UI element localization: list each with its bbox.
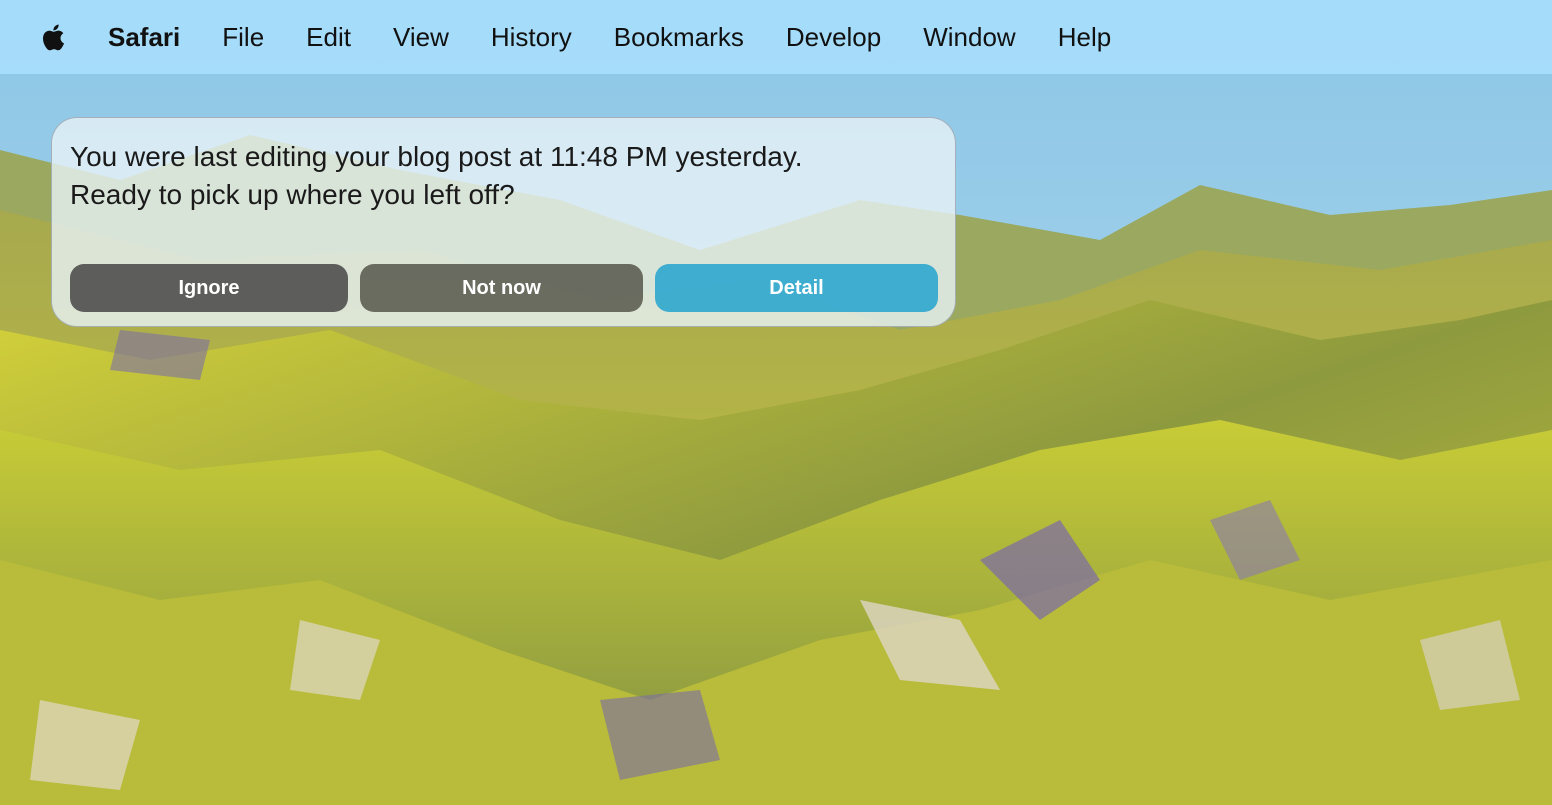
menu-window[interactable]: Window (923, 22, 1015, 53)
menu-file[interactable]: File (222, 22, 264, 53)
notification-message-line-1: You were last editing your blog post at … (70, 141, 803, 172)
menu-edit[interactable]: Edit (306, 22, 351, 53)
menu-app-name[interactable]: Safari (108, 22, 180, 53)
not-now-button[interactable]: Not now (360, 264, 643, 312)
notification-banner[interactable]: You were last editing your blog post at … (51, 117, 956, 327)
notification-actions: Ignore Not now Detail (70, 264, 938, 312)
menu-develop[interactable]: Develop (786, 22, 881, 53)
desktop: Safari File Edit View History Bookmarks … (0, 0, 1552, 805)
notification-message: You were last editing your blog post at … (70, 138, 937, 214)
menu-bar: Safari File Edit View History Bookmarks … (0, 0, 1552, 74)
detail-button[interactable]: Detail (655, 264, 938, 312)
ignore-button[interactable]: Ignore (70, 264, 348, 312)
menu-bookmarks[interactable]: Bookmarks (614, 22, 744, 53)
notification-message-line-2: Ready to pick up where you left off? (70, 179, 515, 210)
menu-help[interactable]: Help (1058, 22, 1111, 53)
menu-view[interactable]: View (393, 22, 449, 53)
apple-logo-icon[interactable] (38, 20, 70, 54)
menu-history[interactable]: History (491, 22, 572, 53)
